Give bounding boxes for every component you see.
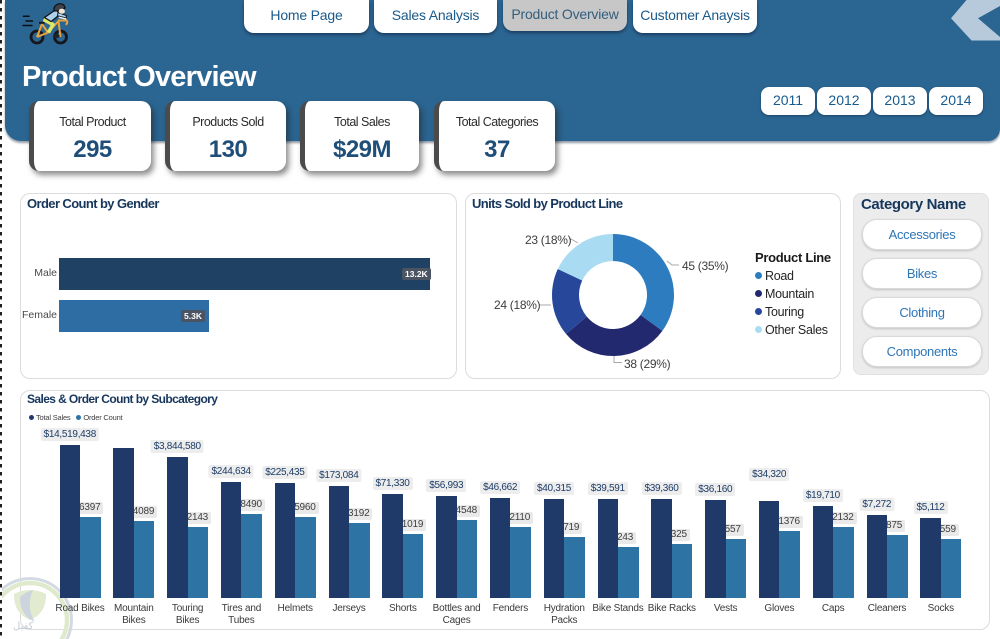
svg-text:كفيل: كفيل	[13, 621, 34, 632]
